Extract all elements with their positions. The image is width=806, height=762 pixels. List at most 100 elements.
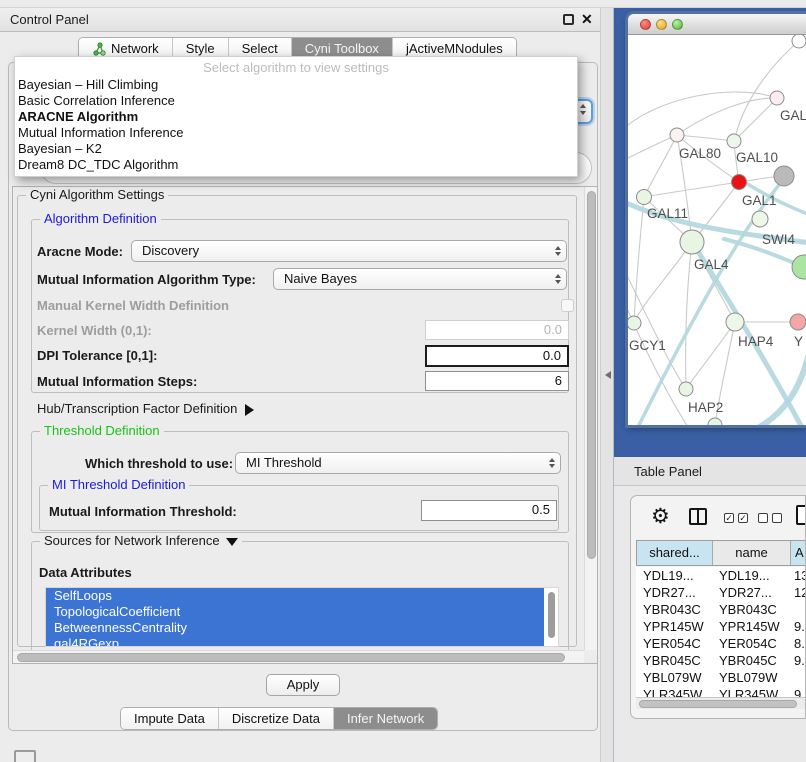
network-node[interactable]: [726, 313, 744, 331]
table-cell: YDR27...: [636, 584, 712, 601]
kernel-width-field[interactable]: 0.0: [425, 320, 569, 340]
column-header-name[interactable]: name: [713, 541, 791, 565]
minimize-traffic-light-icon[interactable]: [656, 19, 667, 30]
network-node[interactable]: [708, 418, 722, 425]
tab-discretize-data[interactable]: Discretize Data: [218, 708, 333, 729]
table-row[interactable]: YPR145WYPR145W9.: [636, 618, 806, 635]
table-panel-title: Table Panel: [634, 464, 702, 479]
table-row[interactable]: YBR045CYBR045C9.: [636, 652, 806, 669]
network-node[interactable]: [752, 211, 768, 227]
table-body: YDL19...YDL19...13YDR27...YDR27...12YBR0…: [636, 567, 806, 697]
network-window-titlebar[interactable]: [628, 14, 806, 35]
vertical-scrollbar-thumb[interactable]: [587, 191, 596, 559]
network-node[interactable]: [774, 166, 794, 186]
algorithm-definition-title: Algorithm Definition: [40, 211, 161, 226]
table-horizontal-scrollbar[interactable]: [636, 697, 806, 709]
splitter-collapse-icon[interactable]: [605, 371, 611, 379]
data-attribute-item[interactable]: SelfLoops: [46, 588, 544, 604]
table-row[interactable]: YDL19...YDL19...13: [636, 567, 806, 584]
aracne-mode-combo[interactable]: Discovery: [131, 240, 567, 262]
table-cell: YBR045C: [712, 652, 790, 669]
tab-infer-network[interactable]: Infer Network: [333, 708, 437, 729]
network-node[interactable]: [628, 316, 641, 330]
table-row[interactable]: YER054CYER054C8.: [636, 635, 806, 652]
dpi-tolerance-field[interactable]: 0.0: [425, 345, 569, 367]
network-node-label: GCY1: [629, 338, 666, 353]
table-cell: YBR043C: [636, 601, 712, 618]
tab-impute-data[interactable]: Impute Data: [121, 708, 218, 729]
network-node[interactable]: [770, 91, 784, 105]
stepper-up-icon: [580, 104, 586, 108]
network-node-label: HAP2: [688, 400, 723, 415]
data-attributes-items: SelfLoopsTopologicalCoefficientBetweenne…: [46, 588, 558, 647]
network-node[interactable]: [680, 230, 704, 254]
which-threshold-combo[interactable]: MI Threshold: [235, 452, 561, 474]
table-row[interactable]: YLR345WYLR345W9.: [636, 686, 806, 697]
document-icon[interactable]: [796, 505, 806, 525]
algorithm-menu-item[interactable]: Bayesian – K2: [15, 141, 577, 157]
algorithm-menu-item[interactable]: Dream8 DC_TDC Algorithm: [15, 157, 577, 173]
network-node[interactable]: [790, 314, 806, 330]
table-cell: YPR145W: [636, 618, 712, 635]
data-attribute-item[interactable]: gal4RGexp: [46, 636, 544, 647]
table-row[interactable]: YDR27...YDR27...12: [636, 584, 806, 601]
table-scrollbar-thumb[interactable]: [639, 700, 797, 708]
algorithm-menu-item[interactable]: Basic Correlation Inference: [15, 93, 577, 109]
column-layout-icon[interactable]: [689, 508, 707, 525]
sources-group-title[interactable]: Sources for Network Inference: [40, 533, 242, 548]
horizontal-scrollbar-thumb[interactable]: [17, 653, 565, 662]
table-row[interactable]: YBR043CYBR043C: [636, 601, 806, 618]
mi-steps-field[interactable]: 6: [425, 371, 569, 391]
column-header-shared-name[interactable]: shared...: [637, 541, 713, 565]
data-attributes-list[interactable]: SelfLoopsTopologicalCoefficientBetweenne…: [45, 587, 559, 647]
deselect-all-checkboxes-icon[interactable]: [758, 513, 782, 523]
data-attribute-item[interactable]: BetweennessCentrality: [46, 620, 544, 636]
panel-splitter[interactable]: [600, 8, 614, 762]
close-icon[interactable]: ✕: [581, 11, 593, 28]
settings-horizontal-scrollbar[interactable]: [13, 650, 584, 663]
list-scrollbar-thumb[interactable]: [548, 592, 555, 638]
mi-threshold-field[interactable]: 0.5: [421, 500, 557, 521]
network-canvas[interactable]: GALGAL80GAL10GAL1GAL11SWI4GAL4GCY1HAP4YH…: [628, 35, 806, 425]
combo-stepper-icon: [555, 274, 561, 284]
network-node[interactable]: [792, 255, 806, 279]
network-node-label: GAL1: [742, 193, 777, 208]
table-window: ⚙ ✓✓ shared... name A YDL19...YDL19...13…: [630, 495, 806, 719]
mi-threshold-label: Mutual Information Threshold:: [49, 504, 237, 519]
minimized-panel-icon[interactable]: [14, 750, 36, 762]
data-attribute-item[interactable]: TopologicalCoefficient: [46, 604, 544, 620]
threshold-definition-title: Threshold Definition: [40, 423, 164, 438]
close-traffic-light-icon[interactable]: [640, 19, 651, 30]
algorithm-menu-item[interactable]: Bayesian – Hill Climbing: [15, 77, 577, 93]
collapse-down-icon: [226, 538, 238, 546]
network-view-window[interactable]: GALGAL80GAL10GAL1GAL11SWI4GAL4GCY1HAP4YH…: [628, 14, 806, 425]
network-node[interactable]: [679, 382, 693, 396]
network-node[interactable]: [727, 134, 741, 148]
network-node[interactable]: [792, 35, 806, 48]
float-window-icon[interactable]: [563, 14, 574, 25]
apply-button[interactable]: Apply: [266, 674, 340, 696]
network-edge: [686, 242, 692, 389]
table-cell: YER054C: [712, 635, 790, 652]
settings-vertical-scrollbar[interactable]: [584, 187, 597, 650]
algorithm-menu-item[interactable]: ARACNE Algorithm: [15, 109, 577, 125]
network-edge: [677, 98, 777, 135]
table-cell: YER054C: [636, 635, 712, 652]
network-node[interactable]: [732, 175, 747, 190]
table-cell: YBR043C: [712, 601, 790, 618]
zoom-traffic-light-icon[interactable]: [672, 19, 683, 30]
kernel-width-label: Kernel Width (0,1):: [37, 323, 152, 338]
network-node-label: GAL11: [647, 206, 688, 221]
hub-definition-section[interactable]: Hub/Transcription Factor Definition: [37, 401, 254, 416]
column-header-partial[interactable]: A: [791, 541, 806, 565]
gear-icon[interactable]: ⚙: [651, 504, 670, 529]
mi-algorithm-type-combo[interactable]: Naive Bayes: [273, 268, 567, 290]
network-node[interactable]: [637, 190, 652, 205]
manual-kernel-width-checkbox[interactable]: [561, 299, 574, 312]
network-edge: [634, 242, 692, 323]
table-row[interactable]: YBL079WYBL079W: [636, 669, 806, 686]
select-all-checkboxes-icon[interactable]: ✓✓: [724, 513, 748, 523]
table-cell: YPR145W: [712, 618, 790, 635]
algorithm-menu-item[interactable]: Mutual Information Inference: [15, 125, 577, 141]
network-node[interactable]: [670, 128, 684, 142]
